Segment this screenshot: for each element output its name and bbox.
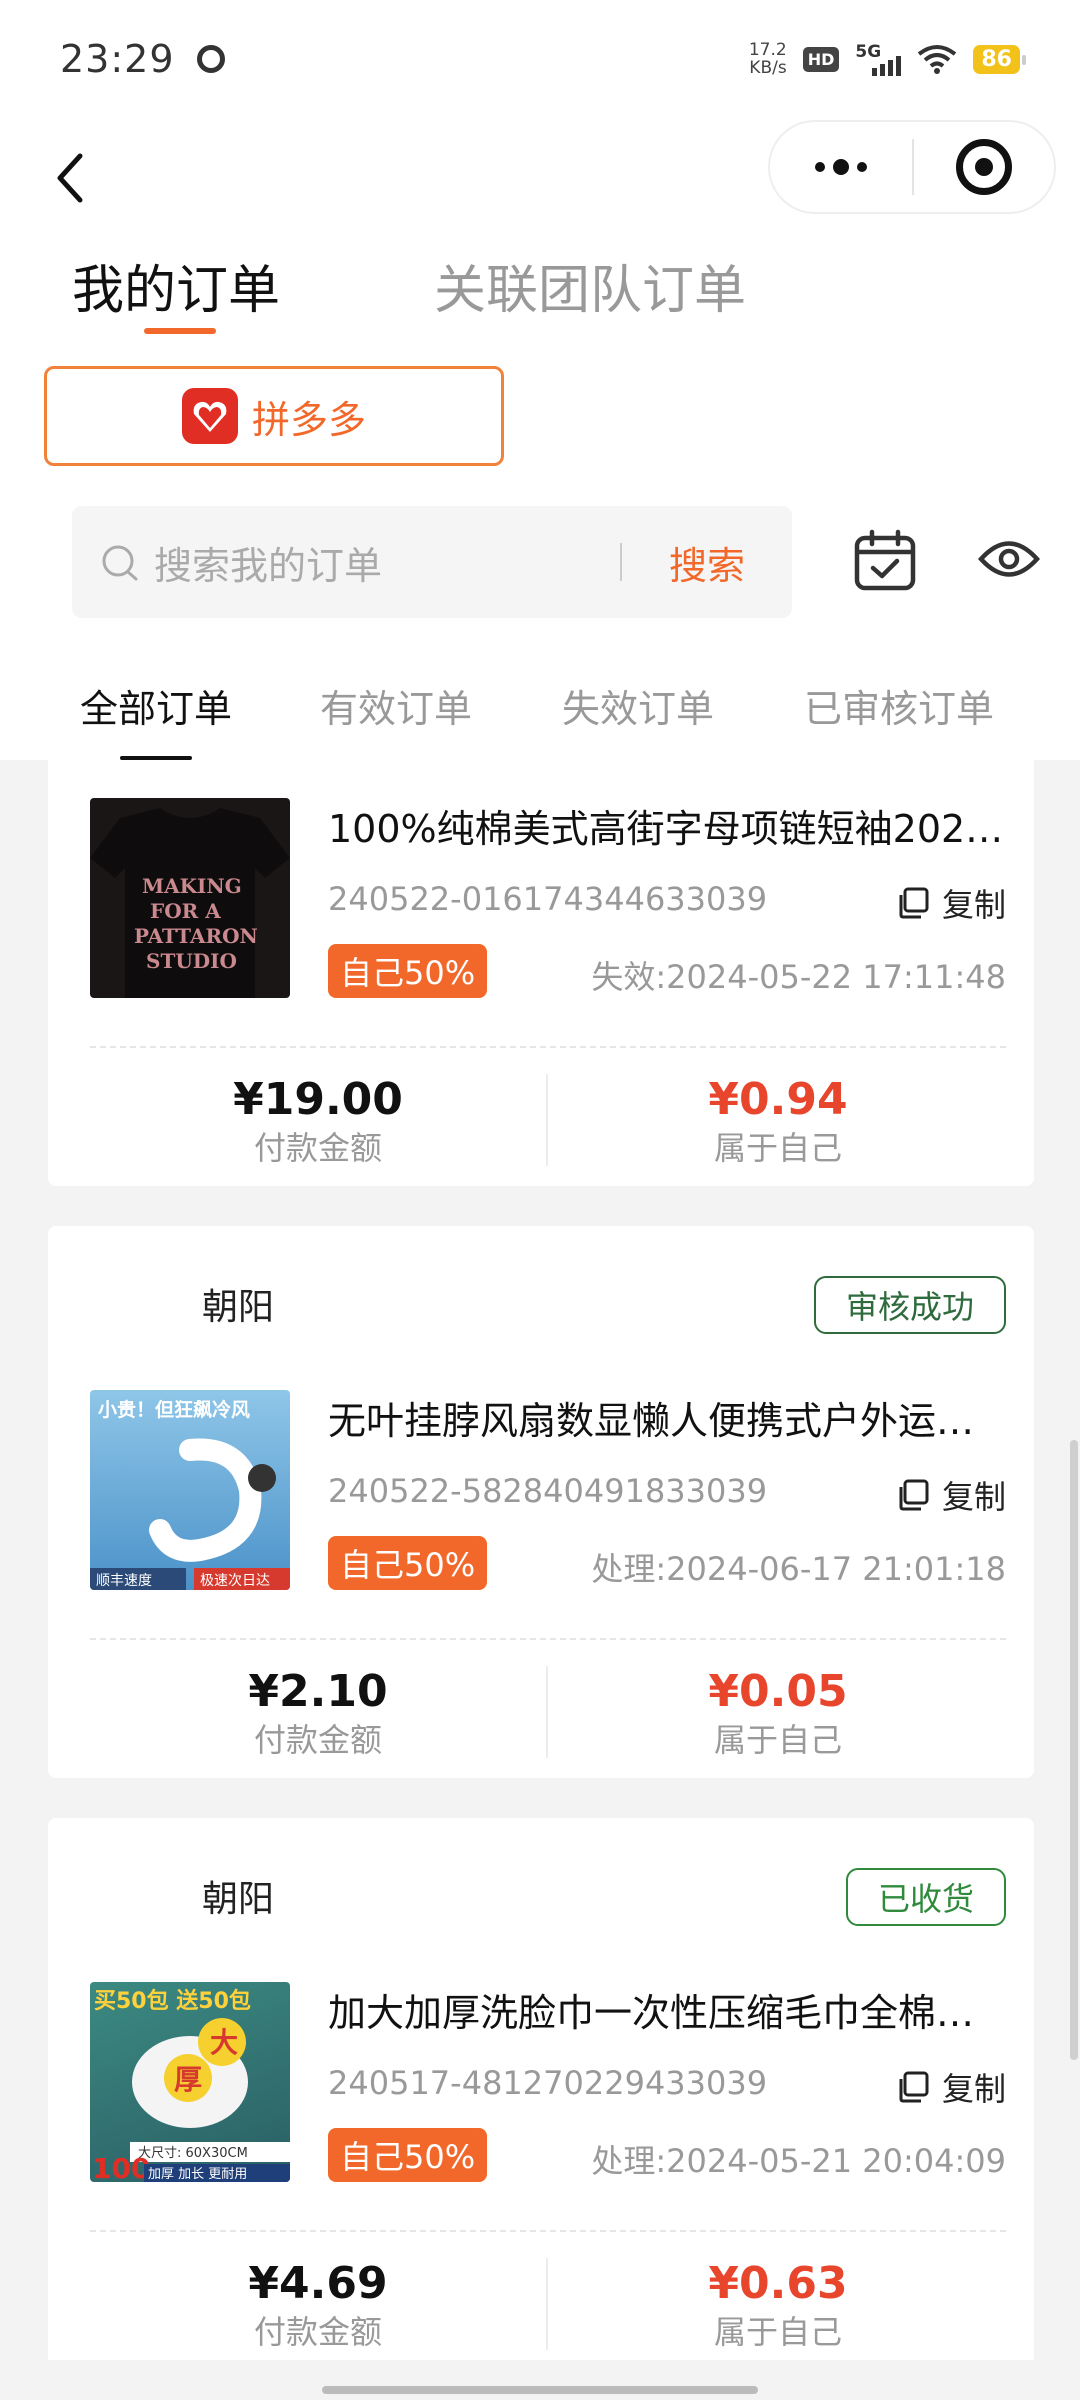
order-card: 朝阳 已收货 买50包 送50包 大 厚 大尺寸: 60X30CM 100 加厚… — [48, 1818, 1034, 2360]
hd-icon: HD — [802, 46, 840, 72]
pay-amount: ¥19.00 付款金额 — [233, 1074, 403, 1167]
scrollbar[interactable] — [1070, 1440, 1078, 2060]
tab-valid-orders[interactable]: 有效订单 — [320, 678, 472, 733]
chevron-left-icon — [57, 153, 83, 203]
signal-icon: 5G — [855, 42, 902, 76]
svg-text:顺丰速度: 顺丰速度 — [96, 1573, 152, 1589]
svg-text:大尺寸: 60X30CM: 大尺寸: 60X30CM — [138, 2146, 248, 2161]
tab-invalid-orders[interactable]: 失效订单 — [562, 678, 714, 733]
svg-text:买50包 送50包: 买50包 送50包 — [94, 1988, 251, 2014]
search-icon — [102, 545, 138, 581]
svg-text:100: 100 — [92, 2152, 150, 2182]
order-header: 朝阳 审核成功 — [48, 1226, 1034, 1346]
card-divider — [90, 1638, 1006, 1640]
search-input[interactable]: 搜索我的订单 — [154, 535, 620, 590]
more-button[interactable] — [770, 122, 912, 212]
buyer-name: 朝阳 — [202, 1879, 275, 1920]
copy-button[interactable]: 复制 — [896, 1472, 1006, 1518]
target-icon — [956, 139, 1012, 195]
nav-bar — [0, 118, 1080, 248]
order-card: 朝阳 审核成功 小贵！但狂飙冷风 顺丰速度 极速次日达 无叶挂脖风扇数显懒人便携… — [48, 1226, 1034, 1778]
svg-text:MAKING: MAKING — [142, 874, 242, 898]
order-card: MAKING FOR A PATTARON STUDIO 100%纯棉美式高街字… — [48, 760, 1034, 1186]
tab-my-orders[interactable]: 我的订单 — [72, 248, 280, 323]
commission-share-badge: 自己50% — [328, 2128, 488, 2182]
battery-icon: 86 — [973, 44, 1026, 74]
tab-all-orders[interactable]: 全部订单 — [80, 678, 232, 733]
back-button[interactable] — [40, 138, 100, 218]
search-box: 搜索我的订单 搜索 — [72, 506, 792, 618]
copy-button[interactable]: 复制 — [896, 880, 1006, 926]
order-id: 240522-016174344633039 — [328, 880, 768, 918]
order-list: MAKING FOR A PATTARON STUDIO 100%纯棉美式高街字… — [0, 760, 1080, 2360]
commission-share-badge: 自己50% — [328, 944, 488, 998]
order-product: MAKING FOR A PATTARON STUDIO 100%纯棉美式高街字… — [48, 798, 1034, 998]
copy-icon — [899, 887, 929, 919]
wifi-icon — [918, 45, 957, 74]
home-indicator[interactable] — [322, 2386, 758, 2394]
platform-filter: 拼多多 — [0, 356, 1080, 486]
close-button[interactable] — [914, 122, 1054, 212]
tab-reviewed-orders[interactable]: 已审核订单 — [804, 678, 994, 733]
own-commission: ¥0.05 属于自己 — [708, 1666, 848, 1759]
order-id: 240522-582840491833039 — [328, 1472, 768, 1510]
svg-text:大: 大 — [210, 2026, 238, 2059]
order-product: 买50包 送50包 大 厚 大尺寸: 60X30CM 100 加厚 加长 更耐用… — [48, 1982, 1034, 2182]
status-tabs: 全部订单 有效订单 失效订单 已审核订单 — [0, 646, 1080, 760]
search-button[interactable]: 搜索 — [622, 535, 792, 590]
status-badge: 已收货 — [845, 1868, 1006, 1926]
order-id: 240517-481270229433039 — [328, 2064, 768, 2102]
order-type-tabs: 我的订单 关联团队订单 — [0, 248, 1080, 356]
tab-team-orders[interactable]: 关联团队订单 — [434, 248, 746, 323]
globe-icon — [196, 45, 225, 73]
search-area: 搜索我的订单 搜索 — [0, 486, 1080, 646]
copy-icon — [899, 1479, 929, 1511]
svg-text:加厚 加长 更耐用: 加厚 加长 更耐用 — [148, 2167, 247, 2182]
svg-text:PATTARON: PATTARON — [134, 924, 258, 948]
card-divider — [90, 1046, 1006, 1048]
order-time: 处理:2024-06-17 21:01:18 — [591, 1550, 1006, 1588]
order-time: 失效:2024-05-22 17:11:48 — [591, 958, 1006, 996]
product-title[interactable]: 加大加厚洗脸巾一次性压缩毛巾全棉柔巾 — [328, 1982, 1008, 2037]
active-tab-indicator — [144, 328, 216, 334]
status-time: 23:29 — [60, 37, 175, 81]
card-divider — [90, 2230, 1006, 2232]
buyer-name: 朝阳 — [202, 1287, 275, 1328]
own-commission: ¥0.63 属于自己 — [708, 2258, 848, 2351]
order-product: 小贵！但狂飙冷风 顺丰速度 极速次日达 无叶挂脖风扇数显懒人便携式户外运动静音 … — [48, 1390, 1034, 1590]
pay-amount: ¥2.10 付款金额 — [248, 1666, 388, 1759]
product-thumbnail[interactable]: 小贵！但狂飙冷风 顺丰速度 极速次日达 — [90, 1390, 290, 1590]
platform-pdd-button[interactable]: 拼多多 — [44, 366, 504, 466]
pdd-logo-icon — [181, 388, 238, 444]
copy-icon — [899, 2071, 929, 2103]
eye-icon[interactable] — [978, 534, 1040, 584]
product-title[interactable]: 100%纯棉美式高街字母项链短袖2024新款 — [328, 798, 1008, 853]
miniprogram-capsule — [768, 120, 1056, 214]
calendar-icon[interactable] — [852, 528, 918, 594]
status-bar: 23:29 17.2 KB/s HD 5G 86 — [0, 0, 1080, 118]
network-speed: 17.2 KB/s — [748, 40, 787, 78]
svg-text:FOR A: FOR A — [150, 899, 221, 923]
svg-text:STUDIO: STUDIO — [146, 949, 237, 973]
product-title[interactable]: 无叶挂脖风扇数显懒人便携式户外运动静音 — [328, 1390, 1008, 1445]
copy-button[interactable]: 复制 — [896, 2064, 1006, 2110]
own-commission: ¥0.94 属于自己 — [708, 1074, 848, 1167]
order-header: 朝阳 已收货 — [48, 1818, 1034, 1938]
order-time: 处理:2024-05-21 20:04:09 — [591, 2142, 1006, 2180]
status-badge: 审核成功 — [813, 1276, 1006, 1334]
platform-label: 拼多多 — [251, 397, 366, 442]
product-thumbnail[interactable]: 买50包 送50包 大 厚 大尺寸: 60X30CM 100 加厚 加长 更耐用 — [90, 1982, 290, 2182]
commission-share-badge: 自己50% — [328, 1536, 488, 1590]
svg-text:小贵！但狂飙冷风: 小贵！但狂飙冷风 — [98, 1398, 250, 1421]
svg-text:厚: 厚 — [174, 2063, 202, 2096]
svg-text:极速次日达: 极速次日达 — [200, 1573, 270, 1589]
product-thumbnail[interactable]: MAKING FOR A PATTARON STUDIO — [90, 798, 290, 998]
pay-amount: ¥4.69 付款金额 — [248, 2258, 388, 2351]
